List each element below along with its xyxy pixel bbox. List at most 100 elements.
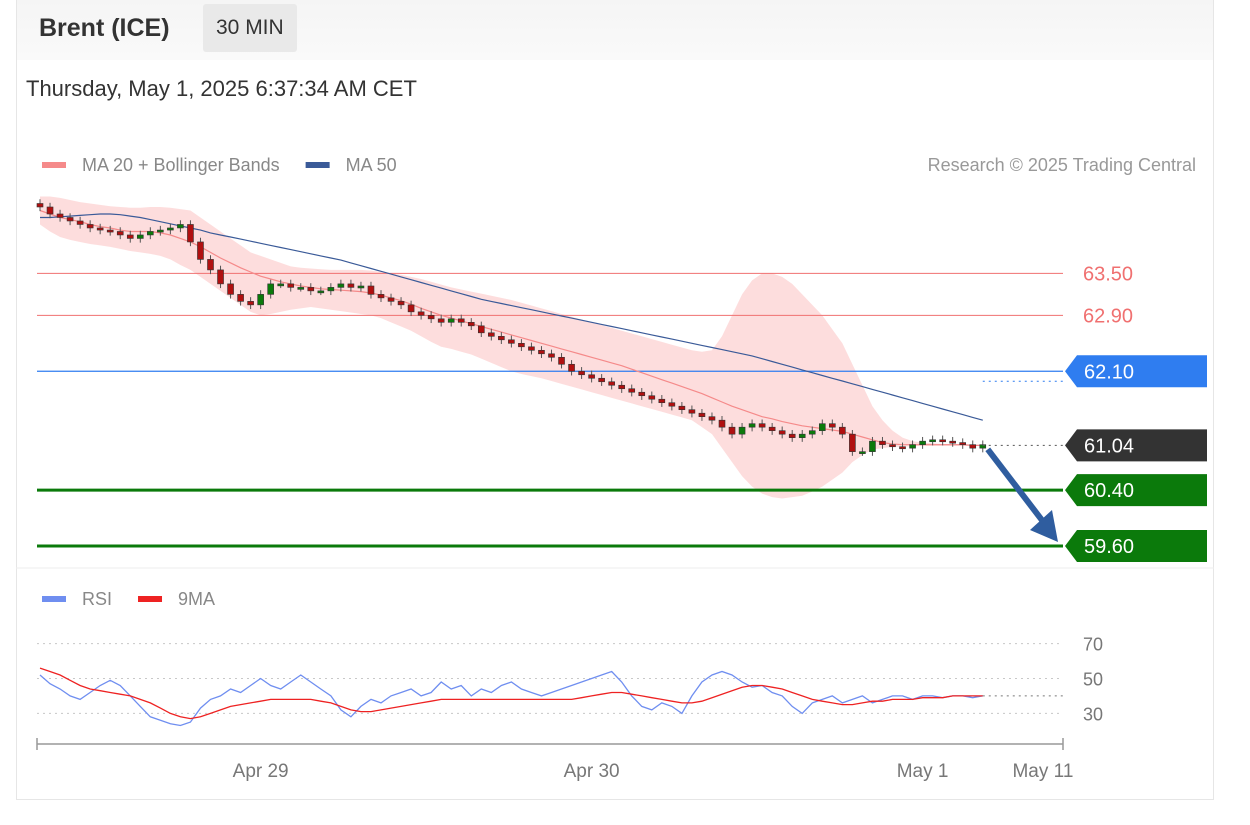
candle-body [798,433,806,438]
candle-body [718,419,726,428]
candle-body [919,440,926,445]
candle-body [76,220,84,225]
candle-body [217,269,224,285]
candle-body [818,423,826,431]
candle-body [357,285,365,289]
candle-body [678,405,686,411]
candle-body [488,332,495,337]
candle-body [498,336,505,341]
candle-body [638,391,646,397]
candle-body [728,426,736,435]
x-tick-label-May-11: May 11 [1012,761,1073,782]
candle-body [889,444,896,448]
candle-body [437,318,445,323]
candle-body [247,301,254,306]
candle-body [157,229,164,233]
candle-body [808,430,816,435]
candle-body [688,409,696,414]
support-label-59.60: 59.60 [1084,536,1134,558]
candle-body [538,349,545,355]
candle-body [227,283,234,295]
candle-body [147,231,154,236]
candle-body [126,234,134,239]
candle-body [277,283,285,287]
candle-body [417,311,425,316]
candle-body [738,426,746,435]
candle-body [177,224,184,229]
candle-body [548,353,555,358]
candle-body [879,440,886,445]
price-label-61.04: 61.04 [1084,435,1134,457]
rsi-legend-label-1: 9MA [178,589,215,609]
candle-body [477,325,485,334]
candle-body [618,384,626,390]
candle-body [568,363,575,372]
candle-body [86,224,94,229]
candle-body [859,451,866,454]
candle-body [96,227,104,231]
candle-body [377,294,385,299]
candle-body [929,439,936,443]
candle-body [518,343,525,348]
candle-body [257,294,264,306]
candle-body [628,388,636,393]
candle-body [668,402,676,407]
rsi-tick-30: 30 [1083,704,1103,724]
legend-swatch-1 [305,162,330,168]
candle-body [66,217,74,222]
candle-body [307,287,315,292]
rsi-legend-swatch-0 [42,596,66,602]
candle-body [36,203,44,208]
candle-body [267,283,274,295]
candle-body [56,213,64,218]
candle-body [939,439,946,443]
candle-body [528,346,535,351]
candle-body [407,304,415,313]
candle-body [869,440,876,452]
candle-body [578,370,585,376]
rsi-tick-50: 50 [1083,670,1103,690]
candle-body [457,318,465,323]
x-tick-label-May-1: May 1 [897,761,949,782]
candle-body [287,283,295,288]
rsi-tick-70: 70 [1083,635,1103,655]
legend-label-0: MA 20 + Bollinger Bands [82,155,280,175]
candle-body [167,227,174,231]
candle-body [708,416,716,421]
price-chart: MA 20 + Bollinger Bands MA 50 Research © 2… [16,155,1214,782]
candle-body [748,423,756,428]
rsi-legend-label-0: RSI [82,589,112,609]
candle-body [106,229,114,233]
resistance-label-62.90: 62.90 [1083,305,1133,327]
resistance-label-63.50: 63.50 [1083,263,1133,285]
candle-body [207,259,214,271]
candle-body [959,442,967,445]
candle-body [347,283,355,288]
candle-body [778,430,786,435]
candle-body [658,398,666,404]
candle-body [969,444,977,449]
candle-body [839,426,846,435]
x-tick-label-Apr-30: Apr 30 [564,761,620,782]
support-label-60.40: 60.40 [1084,480,1134,502]
candle-body [508,339,515,344]
candle-body [899,446,906,450]
candle-body [909,444,916,449]
x-tick-label-Apr-29: Apr 29 [233,761,289,782]
candle-body [197,241,204,260]
candle-body [327,287,335,292]
candle-body [758,423,766,428]
candle-body [237,294,244,302]
legend-swatch-0 [42,162,66,168]
candle-body [46,206,54,215]
candle-body [588,374,595,379]
candle-body [317,290,325,294]
candle-body [116,231,124,236]
rsi-9ma-line [39,667,983,720]
candle-body [467,322,475,327]
candle-body [698,412,706,417]
candle-body [187,224,194,243]
candle-body [608,381,615,386]
candle-body [849,433,856,452]
candle-body [447,318,455,323]
